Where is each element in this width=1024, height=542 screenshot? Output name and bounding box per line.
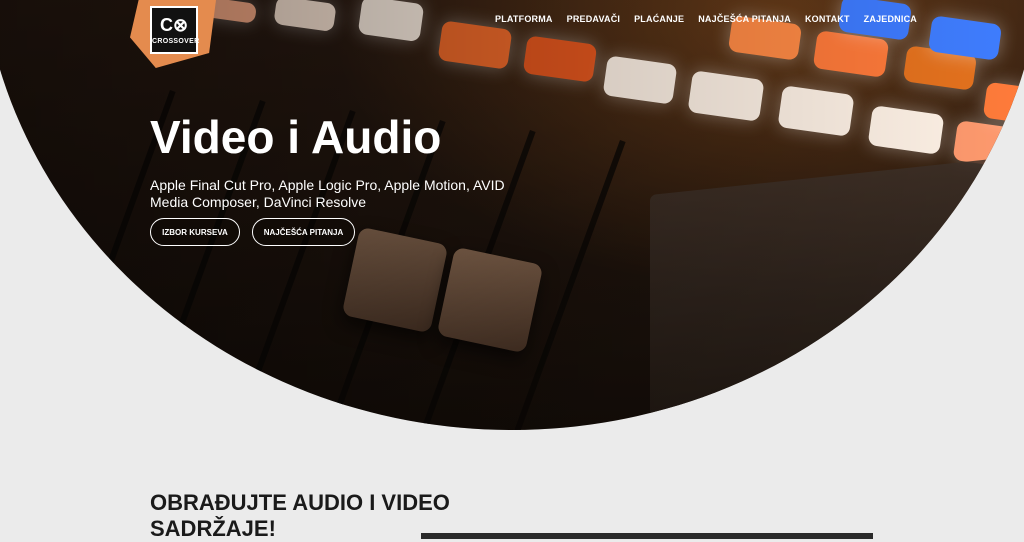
video-preview[interactable] [421,533,873,539]
nav-item-najcesca-pitanja[interactable]: NAJČEŠĆA PITANJA [698,14,791,24]
nav-item-zajednica[interactable]: ZAJEDNICA [864,14,917,24]
hero-title: Video i Audio [150,111,442,163]
main-navigation: PLATFORMA PREDAVAČI PLAĆANJE NAJČEŠĆA PI… [495,14,931,24]
nav-item-kontakt[interactable]: KONTAKT [805,14,850,24]
nav-item-predavaci[interactable]: PREDAVAČI [567,14,620,24]
hero-subtitle: Apple Final Cut Pro, Apple Logic Pro, Ap… [150,177,505,210]
faq-button[interactable]: NAJČEŠĆA PITANJA [252,218,355,246]
nav-item-placanje[interactable]: PLAĆANJE [634,14,684,24]
logo-text: CROSSOVER [152,38,200,45]
crossover-logo[interactable]: C⊗ CROSSOVER [150,6,200,54]
course-selection-button[interactable]: IZBOR KURSEVA [150,218,240,246]
logo-mark: C⊗ [159,15,189,35]
nav-item-platforma[interactable]: PLATFORMA [495,14,553,24]
